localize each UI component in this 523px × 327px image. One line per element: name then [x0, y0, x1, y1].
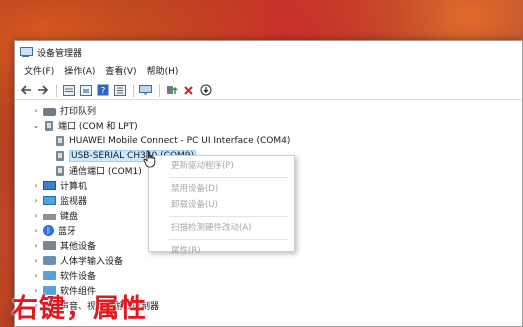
- menu-view[interactable]: 查看(V): [100, 64, 141, 80]
- chevron-right-icon[interactable]: ›: [31, 256, 41, 265]
- toolbar-divider: [159, 83, 160, 97]
- forward-icon[interactable]: [35, 83, 50, 98]
- refresh-icon[interactable]: [78, 83, 93, 98]
- tree-item-ports[interactable]: ⌄ 端口 (COM 和 LPT): [15, 118, 522, 133]
- port-icon: [56, 150, 64, 161]
- printer-icon: [43, 107, 56, 116]
- other-devices-icon: [43, 241, 56, 250]
- ctx-uninstall-device[interactable]: 卸载设备(U): [149, 197, 294, 213]
- ctx-update-driver[interactable]: 更新驱动程序(P): [149, 158, 294, 174]
- computer-icon: [43, 181, 56, 190]
- ctx-properties[interactable]: 属性(R): [149, 243, 294, 259]
- toolbar-divider: [133, 83, 134, 97]
- chevron-right-icon[interactable]: ›: [31, 226, 41, 235]
- device-manager-icon: [19, 46, 33, 58]
- uninstall-icon[interactable]: [181, 83, 196, 98]
- context-menu: 更新驱动程序(P) 禁用设备(D) 卸载设备(U) 扫描检测硬件改动(A) 属性…: [148, 155, 295, 256]
- tree-item-label: 打印队列: [60, 107, 97, 117]
- tree-item-label: 计算机: [60, 182, 88, 192]
- chevron-right-icon[interactable]: ›: [31, 106, 41, 115]
- context-menu-divider: [169, 216, 288, 217]
- port-icon: [45, 120, 53, 131]
- tree-item-label: 软件设备: [60, 272, 97, 282]
- chevron-right-icon[interactable]: ›: [31, 211, 41, 220]
- toolbar: ?: [15, 81, 522, 100]
- tree-item-label: 蓝牙: [58, 227, 77, 237]
- toolbar-divider: [56, 83, 57, 97]
- menu-help[interactable]: 帮助(H): [142, 64, 184, 80]
- show-hidden-icon[interactable]: [112, 83, 127, 98]
- menu-file[interactable]: 文件(F): [19, 64, 59, 80]
- ctx-disable-device[interactable]: 禁用设备(D): [149, 181, 294, 197]
- tree-item-label: 其他设备: [60, 242, 97, 252]
- properties-icon[interactable]: [61, 83, 76, 98]
- hid-icon: [43, 256, 56, 265]
- tree-item-label: 端口 (COM 和 LPT): [58, 122, 138, 132]
- tree-item-label: 通信端口 (COM1): [69, 167, 142, 177]
- chevron-right-icon[interactable]: ›: [31, 181, 41, 190]
- chevron-right-icon[interactable]: ›: [31, 241, 41, 250]
- window-title: 设备管理器: [37, 48, 83, 59]
- bluetooth-icon: ᛒ: [43, 225, 54, 236]
- monitor-icon: [43, 196, 56, 205]
- tree-item-software-devices[interactable]: › 软件设备: [15, 268, 522, 283]
- back-icon[interactable]: [18, 83, 33, 98]
- title-bar: 设备管理器: [15, 41, 522, 63]
- hand-cursor-icon: [143, 150, 156, 168]
- context-menu-divider: [169, 177, 288, 178]
- keyboard-icon: [43, 214, 56, 220]
- caption-text: 右键，属性: [12, 294, 148, 324]
- tree-item-label: 监视器: [60, 197, 88, 207]
- svg-text:?: ?: [100, 87, 105, 97]
- menu-bar: 文件(F) 操作(A) 查看(V) 帮助(H): [15, 63, 522, 81]
- download-icon[interactable]: [198, 83, 213, 98]
- tree-item-print-queues[interactable]: › 打印队列: [15, 103, 522, 118]
- ctx-scan-hardware[interactable]: 扫描检测硬件改动(A): [149, 220, 294, 236]
- tree-item-label: 人体学输入设备: [60, 257, 124, 267]
- tree-item-label: 键盘: [60, 212, 79, 222]
- update-driver-icon[interactable]: [164, 83, 179, 98]
- port-icon: [56, 135, 64, 146]
- monitor-icon[interactable]: [138, 83, 153, 98]
- software-device-icon: [43, 271, 56, 280]
- tree-item-port-com4[interactable]: HUAWEI Mobile Connect - PC UI Interface …: [15, 133, 522, 148]
- chevron-right-icon[interactable]: ›: [31, 271, 41, 280]
- menu-action[interactable]: 操作(A): [59, 64, 100, 80]
- tree-item-label: HUAWEI Mobile Connect - PC UI Interface …: [69, 135, 291, 146]
- chevron-down-icon[interactable]: ⌄: [31, 121, 41, 130]
- context-menu-divider: [169, 239, 288, 240]
- chevron-right-icon[interactable]: ›: [31, 196, 41, 205]
- help-icon[interactable]: ?: [95, 83, 110, 98]
- port-icon: [56, 165, 64, 176]
